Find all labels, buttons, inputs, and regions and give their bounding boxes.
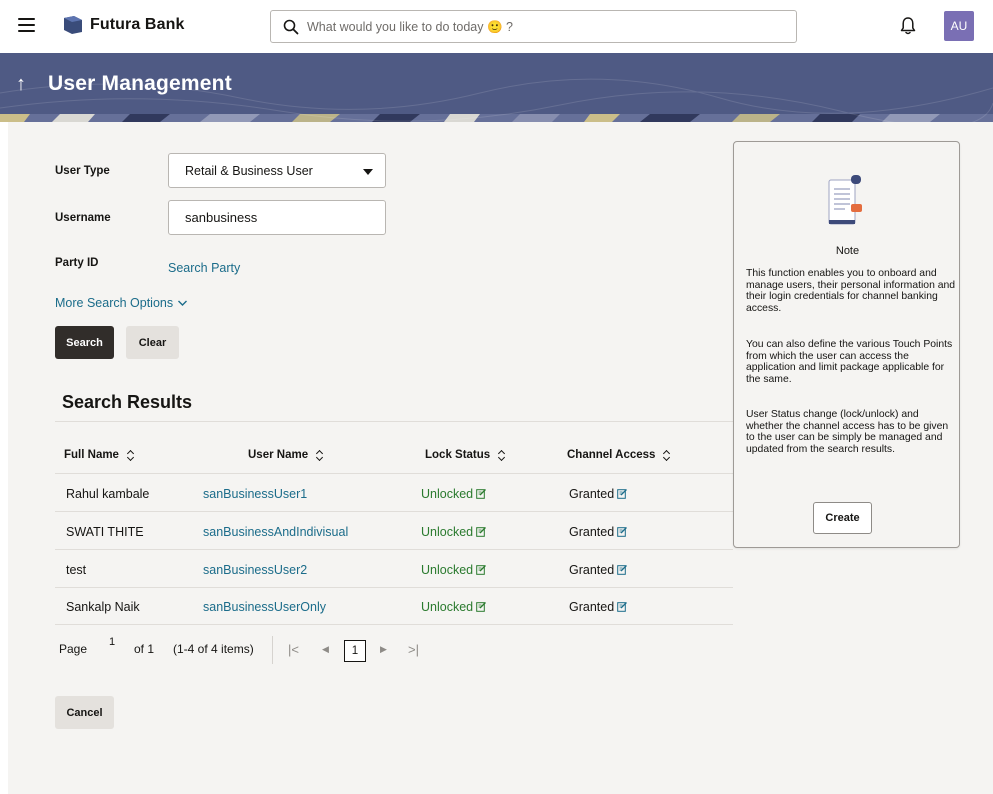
full-name-cell: test xyxy=(66,563,87,577)
channel-access-cell: Granted xyxy=(569,525,628,539)
search-icon xyxy=(283,19,299,34)
lock-status-value[interactable]: Unlocked xyxy=(421,525,473,539)
divider xyxy=(55,511,733,512)
note-paragraph-2: You can also define the various Touch Po… xyxy=(746,339,953,385)
channel-access-value: Granted xyxy=(569,487,615,501)
column-header-user-name[interactable]: User Name xyxy=(248,449,324,461)
caret-down-icon xyxy=(363,169,373,175)
search-results-heading: Search Results xyxy=(62,392,193,412)
divider xyxy=(55,587,733,588)
channel-access-cell: Granted xyxy=(569,487,628,501)
pagination-of-label: of 1 xyxy=(134,642,155,656)
search-party-link[interactable]: Search Party xyxy=(168,261,240,275)
edit-icon[interactable] xyxy=(617,564,628,575)
note-paragraph-1: This function enables you to onboard and… xyxy=(746,268,956,314)
page-title: User Management xyxy=(48,72,232,95)
previous-page-icon[interactable]: ◀ xyxy=(322,644,329,655)
full-name-cell: Sankalp Naik xyxy=(66,600,140,614)
page-number-button[interactable]: 1 xyxy=(344,640,366,662)
brand-name: Futura Bank xyxy=(90,16,185,33)
full-name-cell: Rahul kambale xyxy=(66,487,150,501)
page-banner: ↑ User Management xyxy=(0,53,993,122)
note-title: Note xyxy=(835,245,860,257)
lock-status-value[interactable]: Unlocked xyxy=(421,563,473,577)
divider xyxy=(55,473,733,474)
clear-button[interactable]: Clear xyxy=(126,326,179,359)
edit-icon[interactable] xyxy=(476,601,487,612)
note-paragraph-3: User Status change (lock/unlock) and whe… xyxy=(746,409,949,455)
chevron-down-icon xyxy=(178,300,188,306)
hamburger-menu-icon[interactable] xyxy=(18,18,35,32)
last-page-icon[interactable]: >| xyxy=(408,642,419,657)
channel-access-cell: Granted xyxy=(569,563,628,577)
document-note-icon xyxy=(828,175,862,225)
column-header-channel-access[interactable]: Channel Access xyxy=(567,449,671,461)
sort-icon xyxy=(316,450,324,461)
user-name-link[interactable]: sanBusinessUser2 xyxy=(203,563,307,577)
top-bar: Futura Bank AU xyxy=(0,0,993,53)
notification-bell-icon[interactable] xyxy=(900,16,916,36)
edit-icon[interactable] xyxy=(476,488,487,499)
pagination-page-label: Page xyxy=(59,642,88,656)
full-name-cell: SWATI THITE xyxy=(66,525,144,539)
search-input[interactable] xyxy=(307,19,747,34)
edit-icon[interactable] xyxy=(617,526,628,537)
channel-access-value: Granted xyxy=(569,600,615,614)
divider xyxy=(55,421,733,422)
lock-status-value[interactable]: Unlocked xyxy=(421,487,473,501)
more-search-options-link[interactable]: More Search Options xyxy=(55,296,173,310)
user-type-value: Retail & Business User xyxy=(185,164,313,178)
username-label: Username xyxy=(55,212,111,224)
search-button[interactable]: Search xyxy=(55,326,114,359)
channel-access-cell: Granted xyxy=(569,600,628,614)
back-arrow-icon[interactable]: ↑ xyxy=(16,73,26,96)
lock-status-cell: Unlocked xyxy=(421,563,487,577)
divider xyxy=(55,549,733,550)
pagination-current-page[interactable]: 1 xyxy=(109,636,115,648)
column-header-lock-status[interactable]: Lock Status xyxy=(425,449,506,461)
edit-icon[interactable] xyxy=(476,564,487,575)
note-panel: Note This function enables you to onboar… xyxy=(733,141,960,548)
more-search-options[interactable]: More Search Options xyxy=(55,296,188,310)
sort-icon xyxy=(663,450,671,461)
global-search[interactable] xyxy=(270,10,797,43)
bank-logo-icon xyxy=(64,16,82,34)
channel-access-value: Granted xyxy=(569,525,615,539)
lock-status-value[interactable]: Unlocked xyxy=(421,600,473,614)
user-name-link[interactable]: sanBusinessUser1 xyxy=(203,487,307,501)
create-button[interactable]: Create xyxy=(813,502,872,534)
username-input[interactable] xyxy=(168,200,386,235)
user-type-select[interactable]: Retail & Business User xyxy=(168,153,386,188)
user-name-link[interactable]: sanBusinessAndIndivisual xyxy=(203,525,348,539)
user-name-link[interactable]: sanBusinessUserOnly xyxy=(203,600,326,614)
sort-icon xyxy=(127,450,135,461)
channel-access-value: Granted xyxy=(569,563,615,577)
user-type-label: User Type xyxy=(55,165,110,177)
sort-icon xyxy=(498,450,506,461)
edit-icon[interactable] xyxy=(476,526,487,537)
lock-status-cell: Unlocked xyxy=(421,525,487,539)
lock-status-cell: Unlocked xyxy=(421,600,487,614)
first-page-icon[interactable]: |< xyxy=(288,642,299,657)
divider xyxy=(272,636,273,664)
brand-logo[interactable]: Futura Bank xyxy=(62,15,184,35)
user-avatar[interactable]: AU xyxy=(944,11,974,41)
edit-icon[interactable] xyxy=(617,601,628,612)
divider xyxy=(55,624,733,625)
column-header-full-name[interactable]: Full Name xyxy=(64,449,135,461)
pagination-items-label: (1-4 of 4 items) xyxy=(173,642,254,656)
cancel-button[interactable]: Cancel xyxy=(55,696,114,729)
lock-status-cell: Unlocked xyxy=(421,487,487,501)
party-id-label: Party ID xyxy=(55,257,99,269)
edit-icon[interactable] xyxy=(617,488,628,499)
next-page-icon[interactable]: ▶ xyxy=(380,644,387,655)
